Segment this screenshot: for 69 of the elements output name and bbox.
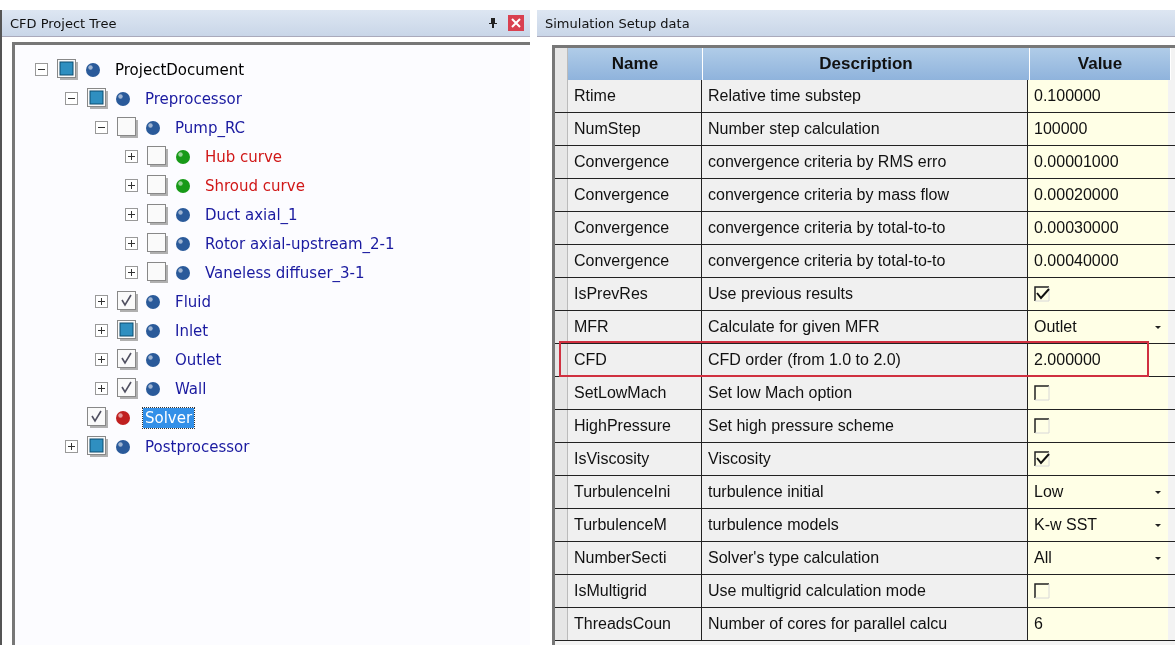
checkbox[interactable]	[117, 290, 139, 313]
dropdown[interactable]: Low	[1028, 476, 1168, 508]
checkbox[interactable]	[147, 174, 169, 197]
column-header[interactable]: Name	[568, 48, 703, 80]
checkbox[interactable]	[147, 232, 169, 255]
caret-icon	[1154, 555, 1162, 561]
checkbox[interactable]	[117, 319, 139, 342]
dropdown[interactable]: K-w SST	[1028, 509, 1168, 541]
expand-icon[interactable]	[95, 382, 108, 395]
expand-icon[interactable]	[125, 179, 138, 192]
tree-item[interactable]: Outlet	[173, 349, 224, 370]
expand-icon[interactable]	[95, 295, 108, 308]
panel-title: Simulation Setup data	[545, 15, 691, 31]
checkbox[interactable]	[87, 406, 109, 429]
column-header[interactable]: Description	[703, 48, 1030, 80]
pin-icon[interactable]	[488, 17, 498, 29]
checkbox[interactable]	[147, 203, 169, 226]
checkbox[interactable]	[117, 348, 139, 371]
value-field[interactable]: 2.000000	[1028, 344, 1168, 376]
close-icon[interactable]	[508, 15, 524, 31]
value-field[interactable]: 0.100000	[1028, 80, 1168, 112]
collapse-icon[interactable]	[35, 63, 48, 76]
checkbox[interactable]	[117, 116, 139, 139]
expand-icon[interactable]	[125, 208, 138, 221]
checkbox[interactable]	[1034, 418, 1050, 434]
tree-item[interactable]: Preprocessor	[143, 88, 244, 109]
dropdown[interactable]: Outlet	[1028, 311, 1168, 343]
caret-icon	[1154, 489, 1162, 495]
tree-item[interactable]: Vaneless diffuser_3-1	[203, 262, 367, 283]
checkbox[interactable]	[1034, 583, 1050, 599]
expand-icon[interactable]	[95, 353, 108, 366]
value-field[interactable]: 0.00001000	[1028, 146, 1168, 178]
tree-item[interactable]: ProjectDocument	[113, 59, 247, 80]
expand-icon[interactable]	[125, 237, 138, 250]
checkbox[interactable]	[117, 377, 139, 400]
checkbox[interactable]	[87, 435, 109, 458]
checkbox[interactable]	[1034, 385, 1050, 401]
panel-title: CFD Project Tree	[10, 15, 118, 31]
expand-icon[interactable]	[95, 324, 108, 337]
tree-item[interactable]: Wall	[173, 378, 209, 399]
tree-item[interactable]: Postprocessor	[143, 436, 252, 457]
checkbox[interactable]	[1034, 286, 1050, 302]
value-field[interactable]: 6	[1028, 608, 1168, 640]
tree-item[interactable]: Hub curve	[203, 146, 285, 167]
tree-item[interactable]: Pump_RC	[173, 117, 248, 138]
checkbox[interactable]	[87, 87, 109, 110]
checkbox[interactable]	[147, 145, 169, 168]
caret-icon	[1154, 522, 1162, 528]
tree-item[interactable]: Inlet	[173, 320, 211, 341]
tree-item[interactable]: Fluid	[173, 291, 213, 312]
expand-icon[interactable]	[65, 440, 78, 453]
tree-item[interactable]: Duct axial_1	[203, 204, 300, 225]
expand-icon[interactable]	[125, 266, 138, 279]
expand-icon[interactable]	[125, 150, 138, 163]
checkbox[interactable]	[147, 261, 169, 284]
checkbox[interactable]	[1034, 451, 1050, 467]
collapse-icon[interactable]	[65, 92, 78, 105]
value-field[interactable]: 0.00040000	[1028, 245, 1168, 277]
checkbox[interactable]	[57, 58, 79, 81]
tree-item[interactable]: Rotor axial-upstream_2-1	[203, 233, 397, 254]
row-header[interactable]	[555, 311, 568, 343]
value-field[interactable]: 0.00030000	[1028, 212, 1168, 244]
caret-icon	[1154, 324, 1162, 330]
dropdown[interactable]: All	[1028, 542, 1168, 574]
column-header[interactable]: Value	[1030, 48, 1171, 80]
value-field[interactable]: 0.00020000	[1028, 179, 1168, 211]
value-field[interactable]: 100000	[1028, 113, 1168, 145]
collapse-icon[interactable]	[95, 121, 108, 134]
tree-item[interactable]: Shroud curve	[203, 175, 307, 196]
